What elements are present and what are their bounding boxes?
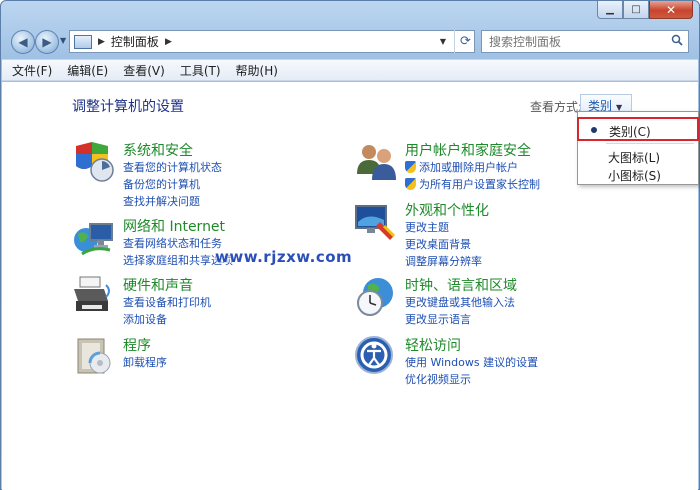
category-title[interactable]: 硬件和声音 xyxy=(123,275,193,295)
dropdown-item-category[interactable]: 类别(C) xyxy=(577,117,699,141)
control-panel-icon xyxy=(74,34,92,49)
menu-edit[interactable]: 编辑(E) xyxy=(67,62,108,79)
category-title[interactable]: 外观和个性化 xyxy=(405,200,489,220)
menu-bar: 文件(F) 编辑(E) 查看(V) 工具(T) 帮助(H) xyxy=(2,59,698,81)
category-title[interactable]: 轻松访问 xyxy=(405,335,461,355)
link-devices-printers[interactable]: 查看设备和打印机 xyxy=(123,294,211,310)
link-backup-computer[interactable]: 备份您的计算机 xyxy=(123,176,200,192)
address-dropdown[interactable]: ▼ xyxy=(440,37,446,46)
menu-file[interactable]: 文件(F) xyxy=(12,62,52,79)
close-button[interactable]: ✕ xyxy=(649,1,693,19)
dropdown-separator xyxy=(606,143,694,144)
link-text[interactable]: 为所有用户设置家长控制 xyxy=(419,178,540,191)
forward-arrow-icon: ▶ xyxy=(42,35,52,49)
refresh-button[interactable]: ⟳ xyxy=(454,30,476,53)
link-change-keyboard[interactable]: 更改键盘或其他输入法 xyxy=(405,294,515,310)
link-parental-controls[interactable]: 为所有用户设置家长控制 xyxy=(405,176,540,192)
dropdown-item-small-icons[interactable]: 小图标(S) xyxy=(578,164,698,184)
page-title: 调整计算机的设置 xyxy=(72,99,184,115)
dropdown-item-label: 类别(C) xyxy=(609,125,651,139)
search-input[interactable] xyxy=(489,34,659,49)
link-add-device[interactable]: 添加设备 xyxy=(123,311,167,327)
address-bar[interactable]: ▶ 控制面板 ▶ ▼ xyxy=(69,30,475,53)
menu-tools[interactable]: 工具(T) xyxy=(180,62,221,79)
dropdown-item-label: 小图标(S) xyxy=(608,169,661,183)
watermark-text: www.rjzxw.com xyxy=(215,248,353,266)
refresh-icon: ⟳ xyxy=(460,34,471,49)
link-view-computer-status[interactable]: 查看您的计算机状态 xyxy=(123,159,222,175)
maximize-button[interactable]: □ xyxy=(623,1,649,19)
category-title[interactable]: 用户帐户和家庭安全 xyxy=(405,140,531,160)
hardware-sound-icon xyxy=(74,276,110,311)
address-tail-separator[interactable]: ▶ xyxy=(165,37,172,47)
menu-view[interactable]: 查看(V) xyxy=(123,62,165,79)
dropdown-item-label: 大图标(L) xyxy=(608,151,661,165)
menu-help[interactable]: 帮助(H) xyxy=(236,62,278,79)
link-screen-resolution[interactable]: 调整屏幕分辨率 xyxy=(405,253,482,269)
minimize-button[interactable]: ▁ xyxy=(597,1,623,19)
link-optimize-video[interactable]: 优化视频显示 xyxy=(405,371,471,387)
category-title[interactable]: 网络和 Internet xyxy=(123,216,225,236)
control-panel-window: ▁ □ ✕ ◀ ▶ ▼ ▶ 控制面板 ▶ ▼ ⟳ 文件(F) 编辑(E) 查看(… xyxy=(0,0,700,490)
link-change-theme[interactable]: 更改主题 xyxy=(405,219,449,235)
appearance-icon xyxy=(355,205,396,240)
network-internet-icon xyxy=(74,223,113,256)
recent-pages-dropdown[interactable]: ▼ xyxy=(60,36,66,45)
category-title[interactable]: 系统和安全 xyxy=(123,140,193,160)
programs-icon xyxy=(77,338,111,374)
uac-shield-icon xyxy=(405,178,416,190)
address-separator[interactable]: ▶ xyxy=(98,37,105,47)
system-security-icon xyxy=(76,142,114,182)
dropdown-item-large-icons[interactable]: 大图标(L) xyxy=(578,146,698,166)
link-troubleshoot[interactable]: 查找并解决问题 xyxy=(123,193,200,209)
link-network-status[interactable]: 查看网络状态和任务 xyxy=(123,235,222,251)
radio-bullet-icon xyxy=(591,127,597,133)
view-by-dropdown: 类别(C) 大图标(L) 小图标(S) xyxy=(577,111,699,185)
address-path[interactable]: 控制面板 xyxy=(111,33,159,50)
search-box[interactable] xyxy=(481,30,689,53)
caption-buttons: ▁ □ ✕ xyxy=(597,1,693,19)
ease-of-access-icon xyxy=(355,336,393,374)
category-title[interactable]: 程序 xyxy=(123,335,151,355)
uac-shield-icon xyxy=(405,161,416,173)
link-uninstall-program[interactable]: 卸载程序 xyxy=(123,354,167,370)
user-accounts-icon xyxy=(357,145,396,180)
view-by-label: 查看方式: xyxy=(530,100,583,114)
search-icon[interactable] xyxy=(671,34,683,46)
back-arrow-icon: ◀ xyxy=(18,35,28,49)
link-add-remove-users[interactable]: 添加或删除用户帐户 xyxy=(405,159,518,175)
link-text[interactable]: 添加或删除用户帐户 xyxy=(419,161,518,174)
back-button[interactable]: ◀ xyxy=(11,30,35,54)
link-desktop-background[interactable]: 更改桌面背景 xyxy=(405,236,471,252)
link-change-display-language[interactable]: 更改显示语言 xyxy=(405,311,471,327)
link-recommended-settings[interactable]: 使用 Windows 建议的设置 xyxy=(405,354,538,370)
category-title[interactable]: 时钟、语言和区域 xyxy=(405,275,517,295)
forward-button[interactable]: ▶ xyxy=(35,30,59,54)
clock-language-icon xyxy=(357,278,393,316)
